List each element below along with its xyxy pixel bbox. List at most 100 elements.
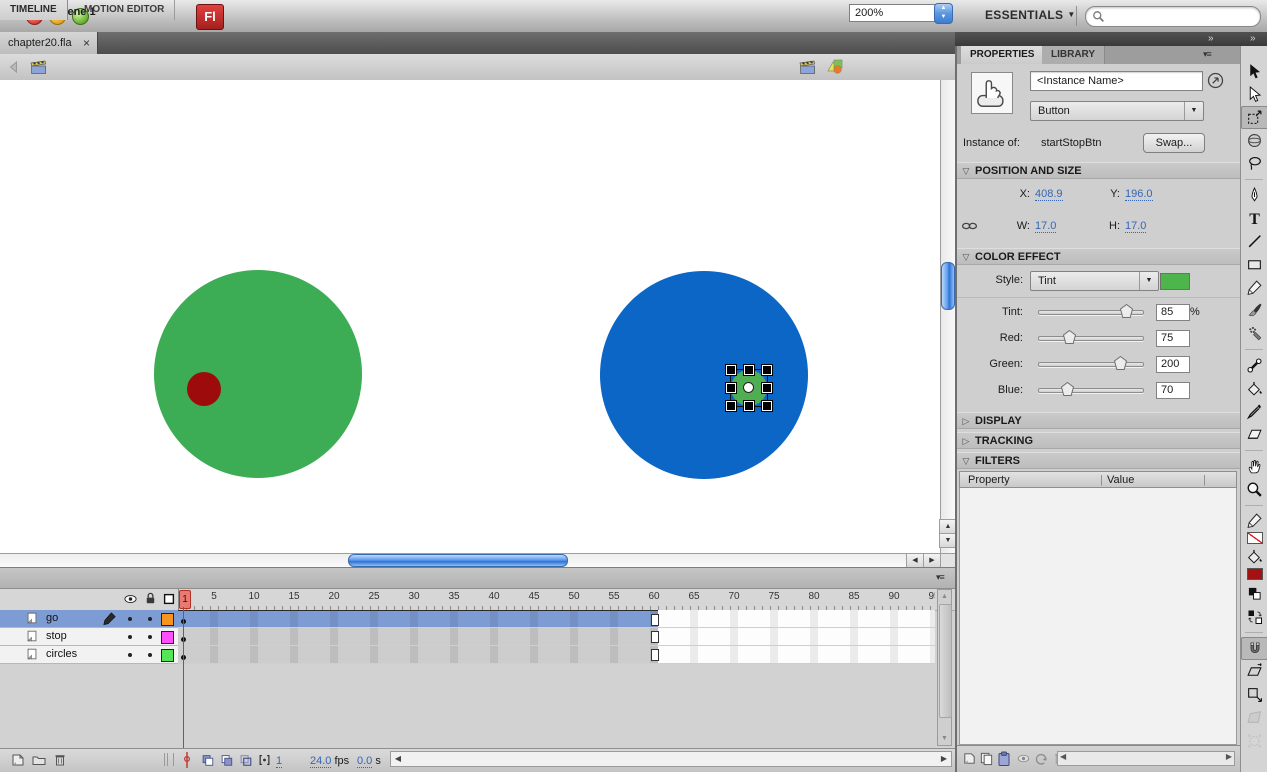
transform-handle[interactable] xyxy=(726,383,736,393)
layer-name[interactable]: go xyxy=(46,612,58,624)
fill-color-swatch[interactable] xyxy=(1241,566,1267,582)
scroll-right-icon[interactable]: ▶ xyxy=(1226,752,1232,761)
new-folder-button[interactable] xyxy=(31,752,47,771)
tab-timeline[interactable]: TIMELINE xyxy=(0,0,68,20)
layer-outline-color-swatch[interactable] xyxy=(161,649,174,662)
edit-symbols-button[interactable] xyxy=(826,57,844,78)
new-layer-button[interactable] xyxy=(10,752,26,771)
collapse-panels-icon[interactable]: » xyxy=(1208,33,1212,44)
playhead-marker[interactable]: 1 xyxy=(179,590,191,609)
layer-frames-stop[interactable] xyxy=(178,628,935,646)
paint-bucket-tool[interactable] xyxy=(1241,377,1267,400)
scroll-right-icon[interactable]: ▶ xyxy=(923,553,941,568)
section-position-and-size[interactable]: ▽POSITION AND SIZE xyxy=(957,162,1240,179)
center-frame-icon[interactable] xyxy=(200,753,215,770)
layer-outline-color-swatch[interactable] xyxy=(161,613,174,626)
filters-scrollbar[interactable]: ◀ ▶ xyxy=(1057,751,1235,766)
frame-end-marker[interactable] xyxy=(651,614,659,626)
edit-scene-button[interactable] xyxy=(799,58,817,78)
stage-vertical-scrollbar[interactable] xyxy=(940,80,956,553)
back-arrow-icon[interactable] xyxy=(6,59,22,78)
layer-row-stop[interactable]: stop xyxy=(0,628,178,646)
snap-to-objects-toggle[interactable] xyxy=(1241,637,1267,660)
layer-visibility-dot[interactable] xyxy=(128,635,132,639)
layer-lock-dot[interactable] xyxy=(148,653,152,657)
paste-filter-icon[interactable] xyxy=(996,750,1012,770)
collapse-tools-icon[interactable]: » xyxy=(1250,33,1254,44)
frame-end-marker[interactable] xyxy=(651,631,659,643)
eyedropper-tool[interactable] xyxy=(1241,400,1267,423)
selection-tool[interactable] xyxy=(1241,60,1267,83)
small-red-circle[interactable] xyxy=(187,372,221,406)
spray-brush-tool[interactable] xyxy=(1241,322,1267,345)
slider-track[interactable] xyxy=(1038,388,1144,393)
workspace-switcher[interactable]: ESSENTIALS▼ xyxy=(985,8,1076,22)
free-transform-tool[interactable] xyxy=(1241,106,1267,129)
column-divider[interactable]: | xyxy=(1100,472,1103,488)
layer-visibility-dot[interactable] xyxy=(128,653,132,657)
stage-horizontal-scroll-thumb[interactable] xyxy=(348,554,568,567)
x-value[interactable]: 408.9 xyxy=(1035,188,1063,201)
show-hide-all-layers-icon[interactable] xyxy=(123,592,138,609)
symbol-type-dropdown[interactable]: Button ▼ xyxy=(1030,101,1204,121)
line-tool[interactable] xyxy=(1241,230,1267,253)
layer-name[interactable]: stop xyxy=(46,630,67,642)
layer-frames-circles[interactable] xyxy=(178,646,935,664)
transform-handle[interactable] xyxy=(762,365,772,375)
onion-skin-icon[interactable] xyxy=(219,753,234,770)
timeline-horizontal-scrollbar[interactable]: ◀ ▶ xyxy=(390,751,952,767)
onion-skin-outlines-icon[interactable] xyxy=(238,753,253,770)
transform-handle[interactable] xyxy=(744,365,754,375)
lock-unlock-all-layers-icon[interactable] xyxy=(143,591,158,609)
timeline-resize-grip[interactable] xyxy=(164,753,174,766)
frame-rate-indicator[interactable]: 24.0 fps xyxy=(310,755,349,767)
time-value[interactable]: 0.0 xyxy=(357,755,372,768)
search-input[interactable] xyxy=(1085,6,1261,27)
timeline-scroll-down-icon[interactable]: ▼ xyxy=(938,732,951,745)
elapsed-time-indicator[interactable]: 0.0 s xyxy=(357,755,381,767)
text-tool[interactable]: T xyxy=(1241,207,1267,230)
show-all-layers-as-outlines-icon[interactable] xyxy=(162,592,176,609)
pencil-tool[interactable] xyxy=(1241,276,1267,299)
column-divider[interactable]: | xyxy=(1203,472,1206,488)
tab-motion-editor[interactable]: MOTION EDITOR xyxy=(74,0,175,20)
layer-visibility-dot[interactable] xyxy=(128,617,132,621)
properties-panel-menu-icon[interactable]: ▾≡ xyxy=(1203,49,1211,60)
zoom-tool[interactable] xyxy=(1241,478,1267,501)
section-color-effect[interactable]: ▽COLOR EFFECT xyxy=(957,248,1240,265)
black-and-white-button[interactable] xyxy=(1241,582,1267,605)
layer-frames-go[interactable] xyxy=(178,610,935,628)
lock-aspect-ratio-icon[interactable] xyxy=(961,220,978,235)
slider-value-input[interactable]: 75 xyxy=(1156,330,1190,347)
delete-layer-button[interactable] xyxy=(52,752,68,771)
fps-value[interactable]: 24.0 xyxy=(310,755,331,768)
brush-tool[interactable] xyxy=(1241,299,1267,322)
column-value[interactable]: Value xyxy=(1107,472,1134,488)
stage-canvas[interactable] xyxy=(0,80,940,553)
copy-filter-icon[interactable] xyxy=(979,751,994,769)
rectangle-tool[interactable] xyxy=(1241,253,1267,276)
timeline-vertical-scrollbar[interactable]: ▲ ▼ xyxy=(937,589,952,746)
y-value[interactable]: 196.0 xyxy=(1125,188,1153,201)
transform-handle[interactable] xyxy=(744,401,754,411)
rotate-and-skew-option[interactable] xyxy=(1241,660,1267,683)
frame-span[interactable] xyxy=(178,646,658,664)
w-value[interactable]: 17.0 xyxy=(1035,220,1056,233)
envelope-option[interactable] xyxy=(1241,729,1267,752)
transform-handle[interactable] xyxy=(726,365,736,375)
pen-tool[interactable] xyxy=(1241,184,1267,207)
stage-vertical-scroll-thumb[interactable] xyxy=(941,262,955,310)
section-tracking[interactable]: ▷TRACKING xyxy=(957,432,1240,449)
tab-library[interactable]: LIBRARY xyxy=(1042,46,1105,64)
document-tab[interactable]: chapter20.fla × xyxy=(0,32,98,54)
zoom-level-input[interactable]: 200% xyxy=(849,4,936,22)
column-property[interactable]: Property xyxy=(968,472,1010,488)
playhead-scrub-marker[interactable] xyxy=(183,752,191,771)
timeline-scroll-right-icon[interactable]: ▶ xyxy=(937,752,951,766)
slider-track[interactable] xyxy=(1038,336,1144,341)
distort-option[interactable] xyxy=(1241,706,1267,729)
3d-rotation-tool[interactable] xyxy=(1241,129,1267,152)
layer-row-circles[interactable]: circles xyxy=(0,646,178,664)
frame-span[interactable] xyxy=(178,628,658,646)
stepper-down-icon[interactable]: ▼ xyxy=(935,13,952,22)
